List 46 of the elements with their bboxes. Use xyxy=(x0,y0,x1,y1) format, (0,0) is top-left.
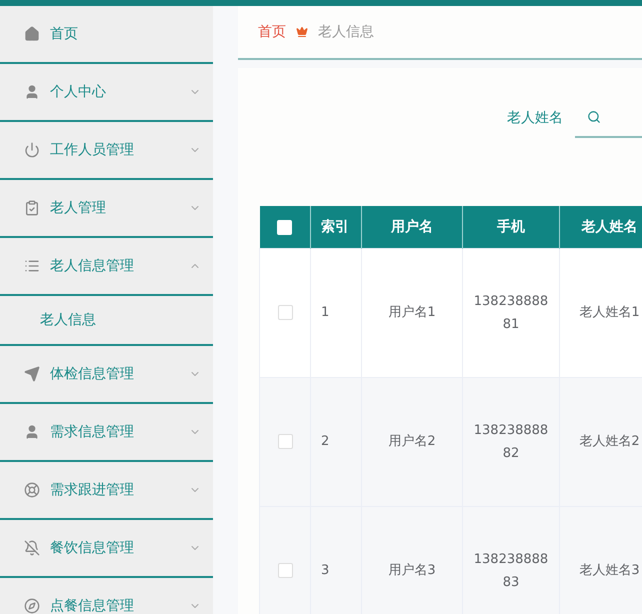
clipboard-icon xyxy=(24,200,40,216)
row-checkbox[interactable] xyxy=(278,563,292,578)
paper-plane-icon xyxy=(24,366,40,382)
column-header: 手机 xyxy=(497,219,525,235)
sidebar-item[interactable]: 老人信息管理 xyxy=(0,238,213,296)
row-checkbox[interactable] xyxy=(278,434,292,450)
table-cell: 13823888881 xyxy=(474,294,548,332)
select-all-checkbox[interactable] xyxy=(277,220,292,235)
search-label: 老人姓名 xyxy=(507,109,563,127)
lifebuoy-icon xyxy=(24,482,40,498)
table-cell: 3 xyxy=(321,563,330,578)
user-icon xyxy=(24,424,40,440)
sidebar-item[interactable]: 体检信息管理 xyxy=(0,346,213,404)
table-cell: 用户名1 xyxy=(388,305,436,320)
table-cell: 老人姓名2 xyxy=(579,434,640,450)
breadcrumb-link[interactable]: 首页 xyxy=(258,23,286,41)
user-icon xyxy=(24,84,40,100)
breadcrumb-current: 老人信息 xyxy=(318,23,374,41)
table-cell: 用户名2 xyxy=(388,434,436,450)
sidebar-item[interactable]: 个人中心 xyxy=(0,64,213,122)
sidebar-item[interactable]: 点餐信息管理 xyxy=(0,578,213,614)
table-cell: 用户名3 xyxy=(388,563,436,578)
table-cell: 老人姓名3 xyxy=(579,563,640,578)
list-icon xyxy=(24,258,40,274)
sidebar-subitem[interactable]: 老人信息 xyxy=(0,296,213,346)
sidebar-item[interactable]: 需求信息管理 xyxy=(0,404,213,462)
sidebar-item[interactable]: 餐饮信息管理 xyxy=(0,520,213,578)
column-header: 老人姓名 xyxy=(582,219,638,235)
sidebar-item[interactable]: 老人管理 xyxy=(0,180,213,238)
crown-icon xyxy=(296,26,308,38)
sidebar-item[interactable]: 首页 xyxy=(0,6,213,64)
row-checkbox[interactable] xyxy=(278,305,292,320)
bell-off-icon xyxy=(24,540,40,556)
home-icon xyxy=(24,26,40,42)
search-icon xyxy=(587,110,601,124)
table-cell: 2 xyxy=(321,434,330,450)
sidebar-item[interactable]: 需求跟进管理 xyxy=(0,462,213,520)
table-cell: 1 xyxy=(321,305,330,320)
compass-icon xyxy=(24,598,40,614)
sidebar-item[interactable]: 工作人员管理 xyxy=(0,122,213,180)
table-cell: 13823888882 xyxy=(474,422,548,461)
column-header: 索引 xyxy=(321,219,349,235)
table-cell: 13823888883 xyxy=(474,552,548,590)
table-cell: 老人姓名1 xyxy=(579,305,640,320)
column-header: 用户名 xyxy=(391,219,433,235)
power-icon xyxy=(24,142,40,158)
